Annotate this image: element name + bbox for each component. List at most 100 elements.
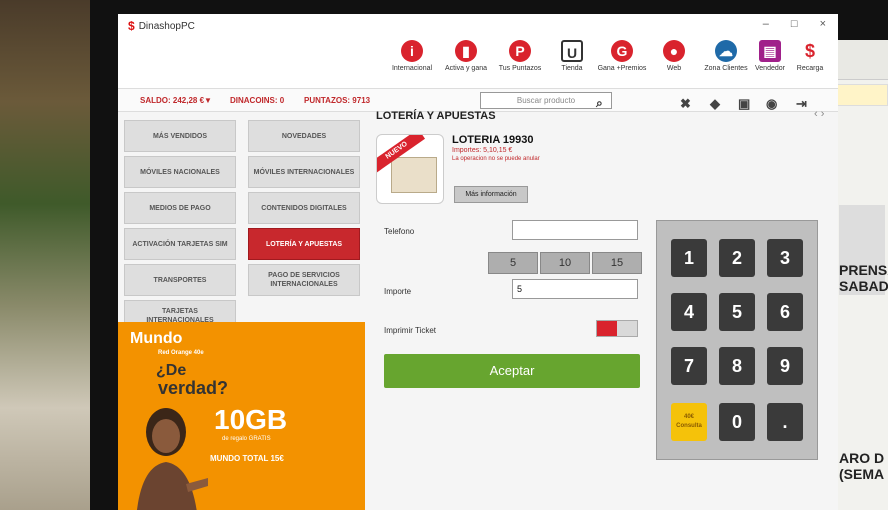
toolbar-tienda[interactable]: U Tienda — [546, 40, 598, 72]
section-nav-arrows[interactable]: ‹ › — [814, 108, 824, 120]
toolbar-activa-gana[interactable]: ▮ Activa y gana — [440, 40, 492, 72]
menu-moviles-internacionales[interactable]: MÓVILES INTERNACIONALES — [248, 156, 360, 188]
menu-moviles-nacionales[interactable]: MÓVILES NACIONALES — [124, 156, 236, 188]
tools-icon[interactable]: ✖ — [680, 96, 691, 112]
accept-button[interactable]: Aceptar — [384, 354, 640, 388]
key-2[interactable]: 2 — [719, 239, 755, 277]
background-text-2: SABADO — [839, 278, 888, 294]
toolbar-label: Internacional — [391, 65, 433, 72]
key-1[interactable]: 1 — [671, 239, 707, 277]
amount-10-button[interactable]: 10 — [540, 252, 590, 274]
toolbar-web[interactable]: ● Web — [648, 40, 700, 72]
background-scene — [0, 0, 100, 510]
app-title: DinashopPC — [138, 20, 195, 32]
dollar-icon: $ — [799, 40, 821, 62]
toolbar-label: Gana +Premios — [597, 65, 647, 72]
key-5[interactable]: 5 — [719, 293, 755, 331]
background-window-bar — [835, 40, 888, 80]
toolbar-label: Activa y gana — [444, 65, 488, 72]
promo-brand: Mundo — [130, 330, 183, 347]
toolbar-label: Tus Puntazos — [498, 65, 542, 72]
background-window: PRENSA SABADO ARO D (SEMA — [835, 40, 888, 510]
document-icon[interactable]: ▣ — [738, 96, 750, 112]
promo-person-image — [137, 408, 208, 510]
window-controls: – □ × — [763, 18, 826, 30]
saldo-value[interactable]: SALDO: 242,28 €▼ — [140, 96, 212, 105]
menu-contenidos-digitales[interactable]: CONTENIDOS DIGITALES — [248, 192, 360, 224]
product-name: LOTERIA 19930 — [452, 134, 534, 146]
promo-sub: Red Orange 40e — [158, 350, 204, 356]
background-text-4: (SEMA — [839, 466, 885, 482]
logout-icon[interactable]: ⇥ — [796, 96, 807, 112]
search-input[interactable]: Buscar producto — [480, 92, 612, 109]
background-text-1: PRENSA — [839, 262, 888, 278]
toolbar-puntazos[interactable]: P Tus Puntazos — [494, 40, 546, 72]
key-8[interactable]: 8 — [719, 347, 755, 385]
menu-medios-pago[interactable]: MEDIOS DE PAGO — [124, 192, 236, 224]
ticket-label: Imprimir Ticket — [384, 326, 436, 335]
menu-transportes[interactable]: TRANSPORTES — [124, 264, 236, 296]
web-icon: ● — [663, 40, 685, 62]
key-4[interactable]: 4 — [671, 293, 707, 331]
menu-novedades[interactable]: NOVEDADES — [248, 120, 360, 152]
trophy-icon: ▮ — [455, 40, 477, 62]
background-text-3: ARO D — [839, 450, 885, 466]
globe-phone-icon: i — [401, 40, 423, 62]
puntazos-value: PUNTAZOS: 9713 — [304, 96, 371, 105]
amount-5-button[interactable]: 5 — [488, 252, 538, 274]
telefono-input[interactable] — [512, 220, 638, 240]
ticket-image — [391, 157, 437, 193]
promo-gb-sub: de regalo GRATIS — [222, 436, 271, 442]
toolbar-label: Tienda — [561, 65, 583, 72]
toolbar-gana-premios[interactable]: G Gana +Premios — [596, 40, 648, 72]
key-dot[interactable]: . — [767, 403, 803, 441]
importe-input[interactable]: 5 — [512, 279, 638, 299]
promo-banner[interactable]: Mundo Red Orange 40e ¿De verdad? 10GB de… — [118, 322, 365, 510]
search-icon[interactable]: ⌕ — [596, 96, 603, 111]
toolbar-label: Vendedor — [755, 65, 785, 72]
product-importes: Importes: 5,10,15 € — [452, 147, 513, 154]
key-6[interactable]: 6 — [767, 293, 803, 331]
key-9[interactable]: 9 — [767, 347, 803, 385]
gpx-icon: G — [611, 40, 633, 62]
title-bar: $ DinashopPC – □ × — [118, 14, 838, 38]
key-7[interactable]: 7 — [671, 347, 707, 385]
menu-pago-servicios[interactable]: PAGO DE SERVICIOS INTERNACIONALES — [248, 264, 360, 296]
maximize-button[interactable]: □ — [791, 18, 798, 30]
support-icon[interactable]: ◉ — [766, 96, 777, 112]
cloud-users-icon: ☁ — [715, 40, 737, 62]
key-consulta[interactable]: 40€ Consulta — [671, 403, 707, 441]
background-window-field — [835, 84, 888, 106]
toolbar-internacional[interactable]: i Internacional — [386, 40, 438, 72]
toolbar-label: Recarga — [796, 65, 824, 72]
telefono-label: Telefono — [384, 227, 415, 236]
toolbar-recarga[interactable]: $ Recarga — [784, 40, 836, 72]
points-icon: P — [509, 40, 531, 62]
app-window: $ DinashopPC – □ × i Internacional ▮ Activ… — [118, 14, 838, 510]
toolbar-label: Zona Clientes — [704, 65, 748, 72]
main-toolbar: i Internacional ▮ Activa y gana P Tus Punta… — [118, 38, 838, 88]
info-bar: SALDO: 242,28 €▼ DINACOINS: 0 PUNTAZOS: … — [118, 88, 838, 112]
menu-activacion-sim[interactable]: ACTIVACIÓN TARJETAS SIM — [124, 228, 236, 260]
minimize-button[interactable]: – — [763, 18, 769, 30]
menu-loteria-apuestas[interactable]: LOTERÍA Y APUESTAS — [248, 228, 360, 260]
key-0[interactable]: 0 — [719, 403, 755, 441]
key-3[interactable]: 3 — [767, 239, 803, 277]
toggle-knob — [597, 321, 617, 336]
menu-mas-vendidos[interactable]: MÁS VENDIDOS — [124, 120, 236, 152]
section-title: LOTERÍA Y APUESTAS — [376, 110, 496, 122]
product-operation-note: La operacion no se puede anular — [452, 156, 540, 162]
close-button[interactable]: × — [820, 18, 826, 30]
importe-label: Importe — [384, 287, 412, 296]
promo-gb: 10GB — [214, 404, 288, 435]
shop-icon: ▤ — [759, 40, 781, 62]
promo-question-2: verdad? — [158, 378, 229, 398]
numeric-keypad: 1 2 3 4 5 6 7 8 9 40€ Consulta 0 . — [656, 220, 818, 460]
product-image[interactable]: NUEVO — [376, 134, 444, 204]
dinacoins-value: DINACOINS: 0 — [230, 96, 285, 105]
print-ticket-toggle[interactable] — [596, 320, 638, 337]
more-info-button[interactable]: Más información — [454, 186, 528, 203]
amount-15-button[interactable]: 15 — [592, 252, 642, 274]
notification-icon[interactable]: ◆ — [710, 96, 720, 112]
promo-price: MUNDO TOTAL 15€ — [210, 454, 284, 463]
